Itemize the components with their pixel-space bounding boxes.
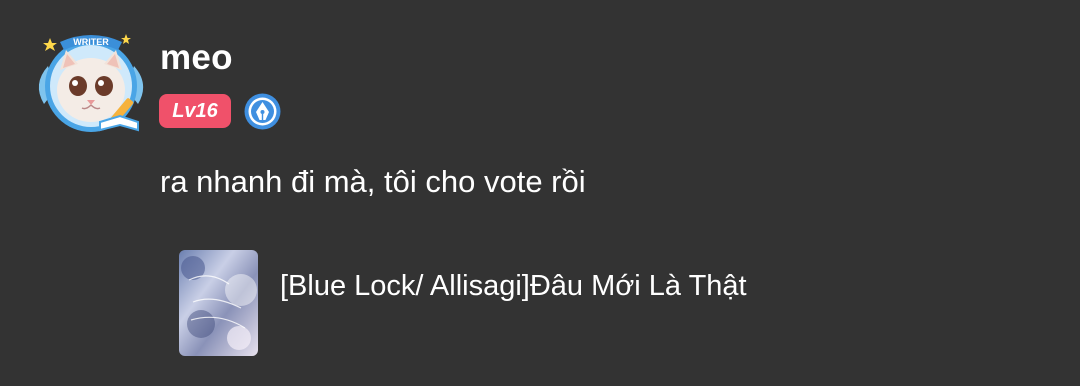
pen-nib-badge-icon bbox=[244, 93, 281, 130]
level-badge: Lv16 bbox=[159, 94, 231, 128]
writer-badge bbox=[244, 93, 281, 130]
cat-avatar-icon: WRITER bbox=[38, 34, 144, 132]
story-link-card[interactable]: [Blue Lock/ Allisagi]Đâu Mới Là Thật bbox=[179, 250, 819, 356]
comment-text: ra nhanh đi mà, tôi cho vote rồi bbox=[160, 164, 586, 199]
username[interactable]: meo bbox=[160, 38, 233, 78]
svg-text:WRITER: WRITER bbox=[73, 37, 109, 47]
comment-item: WRITER meo Lv16 ra nhanh đi mà, tôi cho … bbox=[0, 0, 1080, 386]
story-cover-image bbox=[179, 250, 258, 356]
user-avatar[interactable]: WRITER bbox=[30, 26, 152, 138]
story-title: [Blue Lock/ Allisagi]Đâu Mới Là Thật bbox=[280, 270, 747, 302]
